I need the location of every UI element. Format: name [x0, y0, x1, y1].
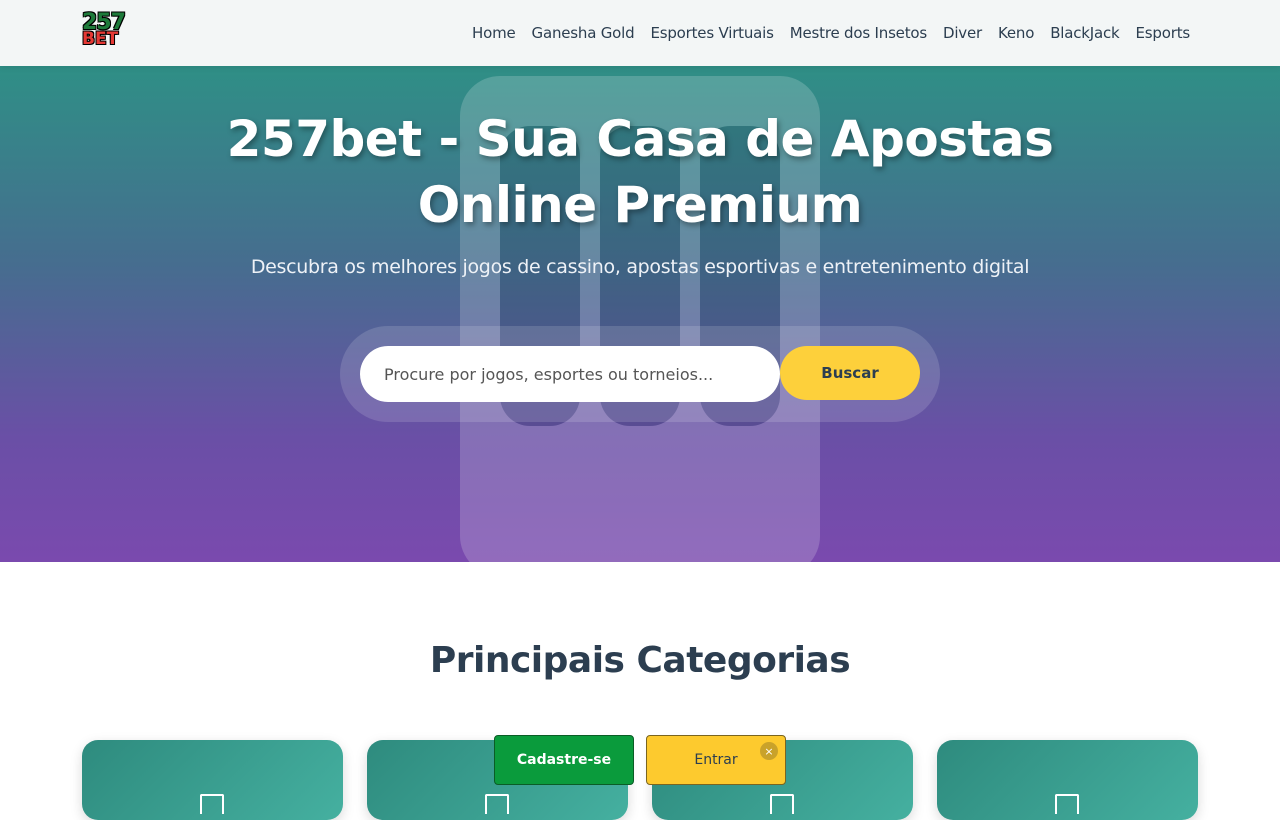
hero-subtitle: Descubra os melhores jogos de cassino, a… [250, 256, 1030, 278]
category-cards [82, 740, 1198, 820]
categories-title: Principais Categorias [429, 640, 851, 681]
nav-mestre-dos-insetos[interactable]: Mestre dos Insetos [790, 24, 927, 42]
category-icon [770, 794, 794, 814]
site-logo[interactable]: 257 BET [82, 12, 136, 54]
close-icon[interactable]: × [760, 742, 778, 760]
category-card[interactable] [82, 740, 343, 820]
register-button[interactable]: Cadastre-se [494, 735, 634, 785]
category-card[interactable] [937, 740, 1198, 820]
nav-esports[interactable]: Esports [1136, 24, 1191, 42]
main-nav: Home Ganesha Gold Esportes Virtuais Mest… [472, 0, 1190, 66]
category-icon [485, 794, 509, 814]
logo-word: BET [82, 29, 119, 49]
nav-esportes-virtuais[interactable]: Esportes Virtuais [650, 24, 773, 42]
search-input[interactable] [360, 346, 780, 402]
category-icon [1055, 794, 1079, 814]
hero-banner: CLENIND 257bet - Sua Casa de Apostas Onl… [0, 66, 1280, 562]
hero-title: 257bet - Sua Casa de Apostas Online Prem… [226, 110, 1054, 234]
nav-home[interactable]: Home [472, 24, 516, 42]
search-bar: Buscar [340, 326, 940, 422]
category-icon [200, 794, 224, 814]
nav-ganesha-gold[interactable]: Ganesha Gold [532, 24, 635, 42]
site-header: 257 BET Home Ganesha Gold Esportes Virtu… [0, 0, 1280, 66]
nav-blackjack[interactable]: BlackJack [1050, 24, 1120, 42]
nav-keno[interactable]: Keno [998, 24, 1034, 42]
search-button[interactable]: Buscar [780, 346, 920, 400]
nav-diver[interactable]: Diver [943, 24, 982, 42]
